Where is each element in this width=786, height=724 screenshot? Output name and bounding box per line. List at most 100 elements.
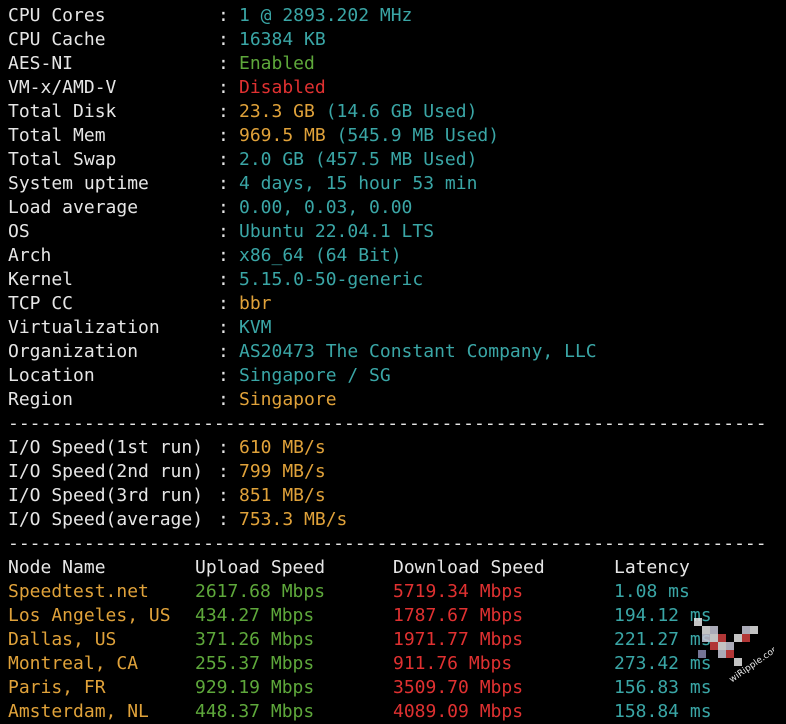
sysinfo-value-detail: (14.6 GB Used) bbox=[314, 101, 478, 122]
speedtest-download: 5719.34 Mbps bbox=[393, 581, 524, 602]
io-speed-value: 799 MB/s bbox=[239, 461, 326, 482]
speedtest-node-name: Speedtest.net bbox=[8, 581, 149, 602]
speedtest-download: 1787.67 Mbps bbox=[393, 605, 524, 626]
io-speed-value: 753.3 MB/s bbox=[239, 509, 348, 530]
sysinfo-label: Organization bbox=[8, 341, 139, 362]
io-speed-label: I/O Speed(2nd run) bbox=[8, 461, 204, 482]
io-speed-separator: : bbox=[218, 485, 229, 506]
io-speed-separator: : bbox=[218, 461, 229, 482]
sysinfo-label: Virtualization bbox=[8, 317, 160, 338]
sysinfo-label: CPU Cache bbox=[8, 29, 106, 50]
sysinfo-value-detail: (545.9 MB Used) bbox=[325, 125, 500, 146]
sysinfo-row: VM-x/AMD-V: Disabled bbox=[8, 76, 778, 100]
divider-2: ----------------------------------------… bbox=[8, 533, 767, 554]
sysinfo-separator: : bbox=[218, 5, 229, 26]
speedtest-download: 1971.77 Mbps bbox=[393, 629, 524, 650]
speedtest-row: Dallas, US 371.26 Mbps 1971.77 Mbps 221.27 … bbox=[8, 628, 778, 652]
io-speed-label: I/O Speed(1st run) bbox=[8, 437, 204, 458]
speedtest-row: Speedtest.net 2617.68 Mbps 5719.34 Mbps 1.0… bbox=[8, 580, 778, 604]
speedtest-row: Montreal, CA 255.37 Mbps 911.76 Mbps 273.42… bbox=[8, 652, 778, 676]
sysinfo-separator: : bbox=[218, 317, 229, 338]
sysinfo-separator: : bbox=[218, 221, 229, 242]
speedtest-upload: 434.27 Mbps bbox=[195, 605, 315, 626]
sysinfo-value: Ubuntu 22.04.1 LTS bbox=[239, 221, 435, 242]
io-speed-separator: : bbox=[218, 509, 229, 530]
sysinfo-value: 23.3 GB bbox=[239, 101, 315, 122]
sysinfo-value: 2.0 GB (457.5 MB Used) bbox=[239, 149, 478, 170]
sysinfo-value: 1 @ 2893.202 MHz bbox=[239, 5, 413, 26]
sysinfo-value: 0.00, 0.03, 0.00 bbox=[239, 197, 413, 218]
sysinfo-row: Organization: AS20473 The Constant Compan… bbox=[8, 340, 778, 364]
sysinfo-label: CPU Cores bbox=[8, 5, 106, 26]
sysinfo-value: 969.5 MB bbox=[239, 125, 326, 146]
speedtest-download: 3509.70 Mbps bbox=[393, 677, 524, 698]
sysinfo-row: Total Disk:23.3 GB (14.6 GB Used) bbox=[8, 100, 778, 124]
sysinfo-value: Disabled bbox=[239, 77, 326, 98]
io-speed-label: I/O Speed(3rd run) bbox=[8, 485, 204, 506]
sysinfo-row: Virtualization: KVM bbox=[8, 316, 778, 340]
io-speed-value: 610 MB/s bbox=[239, 437, 326, 458]
speedtest-node-name: Montreal, CA bbox=[8, 653, 139, 674]
speedtest-latency: 1.08 ms bbox=[614, 581, 690, 602]
sysinfo-label: Kernel bbox=[8, 269, 74, 290]
sysinfo-row: Kernel:5.15.0-50-generic bbox=[8, 268, 778, 292]
sysinfo-value: Singapore / SG bbox=[239, 365, 391, 386]
header-node-name: Node Name bbox=[8, 557, 106, 578]
sysinfo-separator: : bbox=[218, 293, 229, 314]
sysinfo-value: 16384 KB bbox=[239, 29, 326, 50]
sysinfo-value: bbr bbox=[239, 293, 272, 314]
system-info-block: CPU Cores:1 @ 2893.202 MHz CPU Cache:1638… bbox=[8, 4, 778, 412]
sysinfo-label: VM-x/AMD-V bbox=[8, 77, 117, 98]
speedtest-latency: 158.84 ms bbox=[614, 701, 712, 722]
speedtest-download: 4089.09 Mbps bbox=[393, 701, 524, 722]
sysinfo-separator: : bbox=[218, 53, 229, 74]
sysinfo-row: System uptime:4 days, 15 hour 53 min bbox=[8, 172, 778, 196]
sysinfo-separator: : bbox=[218, 245, 229, 266]
speedtest-row: Paris, FR 929.19 Mbps 3509.70 Mbps 156.83 m… bbox=[8, 676, 778, 700]
sysinfo-row: Region: Singapore bbox=[8, 388, 778, 412]
speedtest-header-row: Node Name Upload Speed Download Speed La… bbox=[8, 556, 778, 580]
io-speed-row: I/O Speed(1st run):610 MB/s bbox=[8, 436, 778, 460]
sysinfo-label: Total Disk bbox=[8, 101, 117, 122]
sysinfo-separator: : bbox=[218, 173, 229, 194]
divider-1: ----------------------------------------… bbox=[8, 413, 767, 434]
sysinfo-value: Enabled bbox=[239, 53, 315, 74]
io-speed-value: 851 MB/s bbox=[239, 485, 326, 506]
sysinfo-label: Load average bbox=[8, 197, 139, 218]
terminal-output: CPU Cores:1 @ 2893.202 MHz CPU Cache:1638… bbox=[8, 4, 778, 724]
sysinfo-value: Singapore bbox=[239, 389, 337, 410]
sysinfo-separator: : bbox=[218, 389, 229, 410]
io-speed-label: I/O Speed(average) bbox=[8, 509, 204, 530]
speedtest-upload: 371.26 Mbps bbox=[195, 629, 315, 650]
sysinfo-label: System uptime bbox=[8, 173, 149, 194]
io-speed-separator: : bbox=[218, 437, 229, 458]
header-latency: Latency bbox=[614, 557, 690, 578]
sysinfo-separator: : bbox=[218, 149, 229, 170]
speedtest-row: Amsterdam, NL 448.37 Mbps 4089.09 Mbps 158.… bbox=[8, 700, 778, 724]
sysinfo-label: AES-NI bbox=[8, 53, 74, 74]
speedtest-node-name: Amsterdam, NL bbox=[8, 701, 149, 722]
sysinfo-row: AES-NI: Enabled bbox=[8, 52, 778, 76]
sysinfo-label: OS bbox=[8, 221, 30, 242]
sysinfo-separator: : bbox=[218, 269, 229, 290]
speedtest-node-name: Los Angeles, US bbox=[8, 605, 171, 626]
speedtest-node-name: Dallas, US bbox=[8, 629, 117, 650]
header-upload-speed: Upload Speed bbox=[195, 557, 326, 578]
sysinfo-row: Total Swap:2.0 GB (457.5 MB Used) bbox=[8, 148, 778, 172]
sysinfo-label: Total Swap bbox=[8, 149, 117, 170]
sysinfo-separator: : bbox=[218, 101, 229, 122]
sysinfo-separator: : bbox=[218, 29, 229, 50]
io-speed-block: I/O Speed(1st run):610 MB/s I/O Speed(2nd… bbox=[8, 436, 778, 532]
sysinfo-separator: : bbox=[218, 77, 229, 98]
sysinfo-label: Arch bbox=[8, 245, 52, 266]
speedtest-upload: 448.37 Mbps bbox=[195, 701, 315, 722]
sysinfo-label: Region bbox=[8, 389, 74, 410]
speedtest-upload: 929.19 Mbps bbox=[195, 677, 315, 698]
sysinfo-value: x86_64 (64 Bit) bbox=[239, 245, 402, 266]
sysinfo-row: Location: Singapore / SG bbox=[8, 364, 778, 388]
sysinfo-value: KVM bbox=[239, 317, 272, 338]
sysinfo-row: TCP CC: bbr bbox=[8, 292, 778, 316]
sysinfo-row: Arch: x86_64 (64 Bit) bbox=[8, 244, 778, 268]
speedtest-upload: 255.37 Mbps bbox=[195, 653, 315, 674]
io-speed-row: I/O Speed(2nd run):799 MB/s bbox=[8, 460, 778, 484]
